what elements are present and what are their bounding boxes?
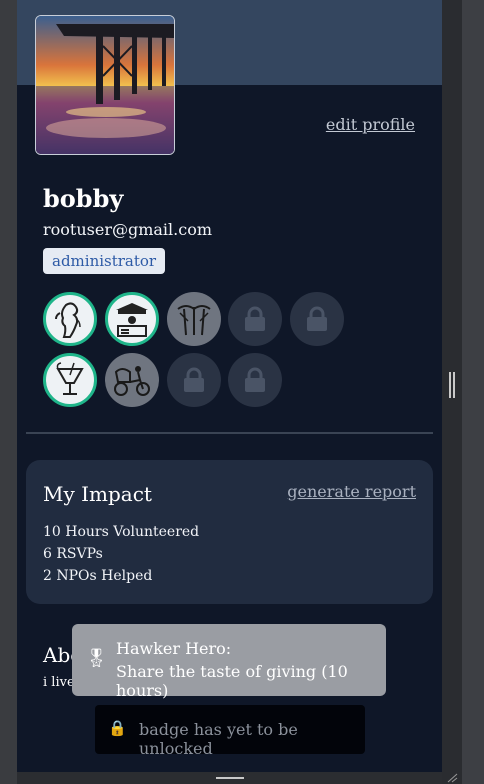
- impact-card: My Impact generate report 10 Hours Volun…: [26, 460, 433, 604]
- resize-handle[interactable]: [449, 372, 455, 398]
- generate-report-link[interactable]: generate report: [287, 482, 416, 501]
- badge-locked[interactable]: [167, 353, 221, 407]
- bottom-drag-handle[interactable]: [216, 777, 244, 779]
- stat-rsvps: 6 RSVPs: [43, 546, 103, 562]
- avatar-pier-sunset-image: [36, 16, 174, 154]
- trishaw-icon: [114, 366, 150, 396]
- about-text: i live: [43, 675, 75, 690]
- lock-icon: [245, 367, 265, 392]
- user-email: rootuser@gmail.com: [43, 220, 213, 239]
- badge-tooltip: 🎖 Hawker Hero: Share the taste of giving…: [72, 624, 386, 700]
- username: bobby: [43, 184, 124, 213]
- stat-hours: 10 Hours Volunteered: [43, 524, 200, 540]
- tooltip-title: Hawker Hero:: [116, 639, 232, 658]
- corner-resize-icon[interactable]: [446, 773, 458, 783]
- lock-icon: [184, 367, 204, 392]
- merlion-icon: [55, 302, 81, 338]
- edit-profile-link[interactable]: edit profile: [326, 115, 415, 134]
- avatar[interactable]: [35, 15, 175, 155]
- badge-merlion[interactable]: [43, 292, 97, 346]
- badge-locked[interactable]: [228, 292, 282, 346]
- badge-cocktail[interactable]: [43, 353, 97, 407]
- badge-hawker-hero[interactable]: [105, 292, 159, 346]
- badge-locked[interactable]: [290, 292, 344, 346]
- lock-icon: [245, 306, 265, 331]
- tooltip-description: Share the taste of giving (10 hours): [116, 662, 348, 700]
- window-right-edge: [462, 0, 484, 784]
- supertree-icon: [177, 305, 211, 336]
- stat-npos: 2 NPOs Helped: [43, 568, 153, 584]
- badge-trishaw[interactable]: [105, 353, 159, 407]
- window-left-edge: [0, 0, 17, 784]
- cocktail-icon: [56, 362, 84, 395]
- toast-message: badge has yet to be unlocked: [139, 720, 298, 758]
- section-divider: [26, 432, 433, 434]
- impact-title: My Impact: [43, 482, 152, 506]
- hawker-stall-icon: [116, 303, 148, 337]
- medal-icon: 🎖: [85, 648, 108, 669]
- role-badge: administrator: [43, 248, 166, 274]
- badge-supertree[interactable]: [167, 292, 221, 346]
- lock-icon: 🔒: [108, 719, 127, 737]
- badge-locked[interactable]: [228, 353, 282, 407]
- locked-toast: 🔒 badge has yet to be unlocked: [95, 705, 365, 758]
- lock-icon: [307, 306, 327, 331]
